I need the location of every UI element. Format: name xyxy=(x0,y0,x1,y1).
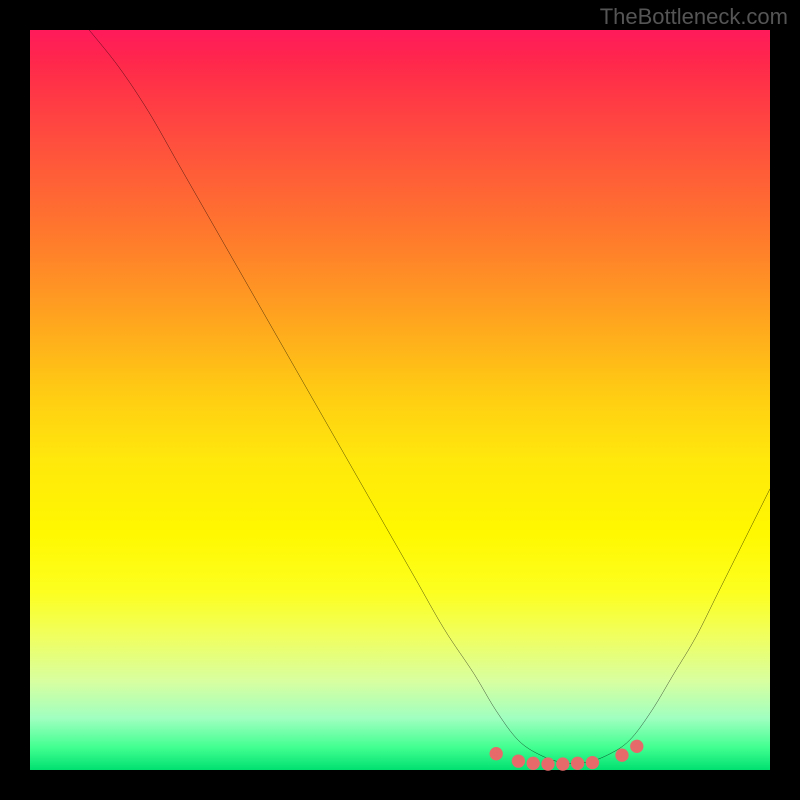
marker-dot xyxy=(490,747,503,760)
chart-svg xyxy=(30,30,770,770)
highlight-markers xyxy=(490,740,644,771)
marker-dot xyxy=(527,757,540,770)
marker-dot xyxy=(630,740,643,753)
marker-dot xyxy=(541,757,554,770)
chart-plot-area xyxy=(30,30,770,770)
marker-dot xyxy=(586,756,599,769)
watermark-text: TheBottleneck.com xyxy=(600,4,788,30)
marker-dot xyxy=(512,754,525,767)
marker-dot xyxy=(615,749,628,762)
marker-dot xyxy=(571,757,584,770)
marker-dot xyxy=(556,757,569,770)
bottleneck-curve-line xyxy=(89,30,770,764)
